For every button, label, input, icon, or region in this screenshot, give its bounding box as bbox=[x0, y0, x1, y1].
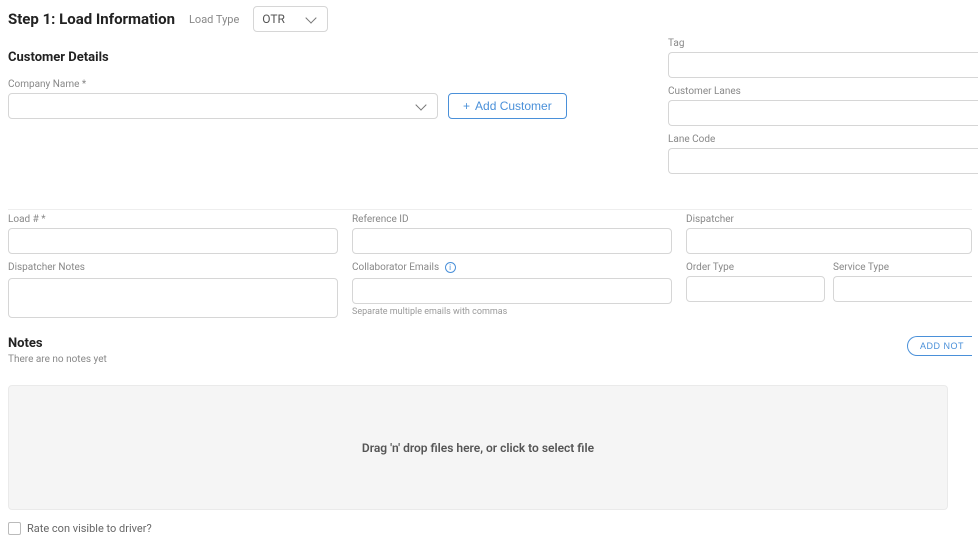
customer-lanes-label: Customer Lanes bbox=[668, 86, 980, 97]
notes-heading: Notes bbox=[8, 336, 107, 351]
add-notes-button[interactable]: ADD NOT bbox=[907, 336, 972, 356]
collaborator-emails-hint: Separate multiple emails with commas bbox=[352, 307, 672, 317]
service-type-input[interactable] bbox=[833, 276, 972, 302]
lane-code-input[interactable] bbox=[668, 148, 978, 174]
lane-code-label: Lane Code bbox=[668, 134, 980, 145]
customer-lanes-input[interactable] bbox=[668, 100, 978, 126]
ratecon-visible-label: Rate con visible to driver? bbox=[27, 522, 152, 535]
reference-id-input[interactable] bbox=[352, 228, 672, 254]
load-type-label: Load Type bbox=[189, 13, 239, 26]
file-dropzone[interactable]: Drag 'n' drop files here, or click to se… bbox=[8, 385, 948, 510]
info-icon: i bbox=[445, 262, 456, 273]
dispatcher-notes-label: Dispatcher Notes bbox=[8, 262, 338, 273]
plus-icon: + bbox=[463, 99, 470, 113]
tag-input[interactable] bbox=[668, 52, 978, 78]
company-name-select[interactable] bbox=[8, 93, 438, 119]
load-number-label: Load # * bbox=[8, 214, 338, 225]
chevron-down-icon bbox=[415, 99, 426, 110]
tag-label: Tag bbox=[668, 38, 980, 49]
order-type-input[interactable] bbox=[686, 276, 825, 302]
dispatcher-input[interactable] bbox=[686, 228, 972, 254]
collaborator-emails-label: Collaborator Emails i bbox=[352, 262, 672, 273]
ratecon-visible-checkbox[interactable] bbox=[8, 522, 21, 535]
collaborator-emails-input[interactable] bbox=[352, 278, 672, 304]
service-type-label: Service Type bbox=[833, 262, 972, 273]
dropzone-text: Drag 'n' drop files here, or click to se… bbox=[362, 441, 594, 455]
load-type-select[interactable]: OTR bbox=[253, 6, 328, 32]
dispatcher-notes-textarea[interactable] bbox=[8, 278, 338, 318]
step-title: Step 1: Load Information bbox=[8, 10, 175, 28]
add-customer-label: Add Customer bbox=[475, 99, 552, 113]
chevron-down-icon bbox=[306, 12, 317, 23]
load-number-input[interactable] bbox=[8, 228, 338, 254]
load-type-value: OTR bbox=[262, 12, 285, 26]
dispatcher-label: Dispatcher bbox=[686, 214, 972, 225]
notes-empty-text: There are no notes yet bbox=[8, 354, 107, 365]
reference-id-label: Reference ID bbox=[352, 214, 672, 225]
order-type-label: Order Type bbox=[686, 262, 825, 273]
add-customer-button[interactable]: + Add Customer bbox=[448, 93, 567, 119]
